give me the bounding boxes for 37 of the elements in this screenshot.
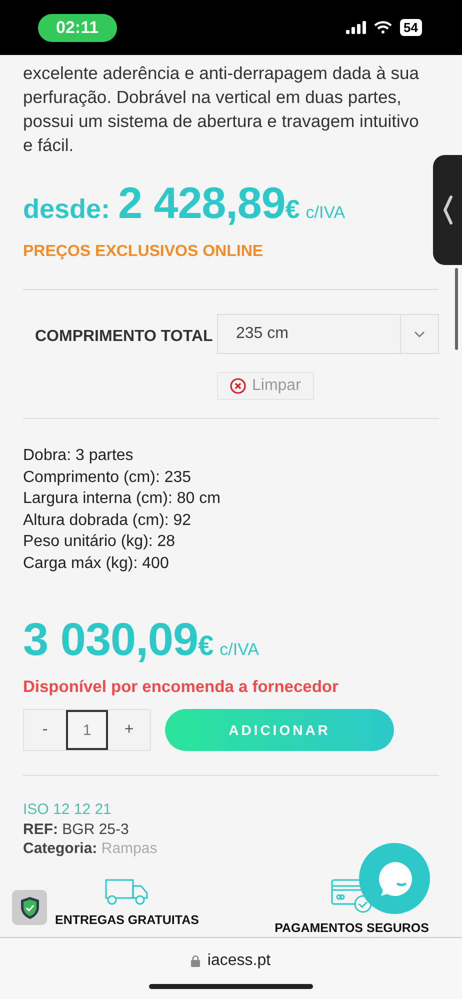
availability-text: Disponível por encomenda a fornecedor bbox=[23, 678, 340, 697]
wifi-icon bbox=[374, 21, 392, 34]
spec-line: Dobra: 3 partes bbox=[23, 446, 134, 466]
category-text: Categoria: Rampas bbox=[23, 839, 158, 858]
status-time: 02:11 bbox=[38, 14, 117, 42]
security-badge[interactable] bbox=[12, 890, 47, 925]
spec-line: Peso unitário (kg): 28 bbox=[23, 532, 176, 552]
price-prefix: desde: bbox=[23, 194, 110, 225]
feature-label: ENTREGAS GRATUITAS bbox=[55, 913, 199, 927]
lock-icon bbox=[191, 955, 200, 967]
product-description: excelente aderência e anti-derrapagem dada à sua perfuração. Dobrável na vertical em duas partes, possui um sistema de abertura e travagem intuitivo e fácil. bbox=[23, 62, 420, 157]
chevron-down-icon bbox=[414, 330, 425, 338]
battery-level: 54 bbox=[400, 19, 422, 36]
currency-symbol: € bbox=[198, 630, 214, 662]
spec-line: Comprimento (cm): 235 bbox=[23, 468, 192, 488]
url-text[interactable]: iacess.pt bbox=[207, 952, 271, 970]
price-amount: 3 030,09 bbox=[23, 612, 198, 666]
length-select[interactable]: 235 cm bbox=[217, 314, 439, 354]
iso-code: ISO 12 12 21 bbox=[23, 800, 112, 820]
side-panel-tab[interactable] bbox=[433, 155, 462, 265]
tax-note: c/IVA bbox=[220, 640, 260, 660]
spec-line: Carga máx (kg): 400 bbox=[23, 554, 170, 574]
truck-icon bbox=[104, 879, 149, 905]
quantity-field[interactable]: 1 bbox=[66, 710, 108, 750]
shield-check-icon bbox=[20, 896, 40, 920]
feature-label: PAGAMENTOS SEGUROS bbox=[274, 921, 429, 935]
currency-symbol: € bbox=[285, 194, 300, 225]
promo-text: PREÇOS EXCLUSIVOS ONLINE bbox=[23, 243, 264, 261]
attribute-label: COMPRIMENTO TOTAL bbox=[35, 327, 214, 347]
chevron-left-icon bbox=[442, 195, 452, 225]
reference-text: REF: BGR 25-3 bbox=[23, 820, 130, 839]
spec-line: Altura dobrada (cm): 92 bbox=[23, 510, 192, 530]
signal-icon bbox=[346, 21, 366, 34]
close-icon bbox=[230, 378, 246, 394]
spec-line: Largura interna (cm): 80 cm bbox=[23, 489, 222, 509]
tax-note: c/IVA bbox=[306, 203, 346, 223]
price-amount: 2 428,89 bbox=[118, 179, 286, 229]
